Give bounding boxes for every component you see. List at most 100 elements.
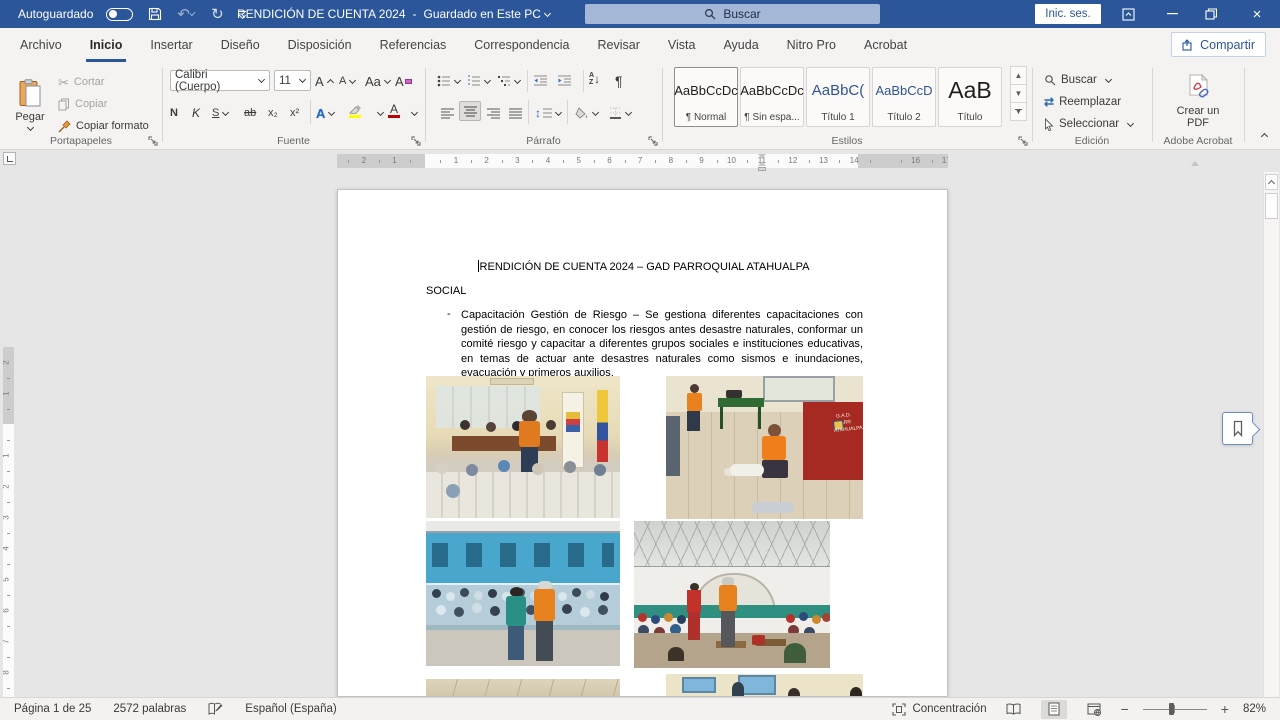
section-heading[interactable]: SOCIAL <box>426 285 466 297</box>
zoom-level[interactable]: 82% <box>1243 703 1266 715</box>
shading-button[interactable] <box>575 102 599 124</box>
font-color-dropdown-icon[interactable] <box>411 109 418 116</box>
borders-button[interactable] <box>609 102 632 124</box>
styles-gallery-more-icon[interactable]: ▼ <box>1010 102 1027 121</box>
subscript-button[interactable]: x₂ <box>268 102 278 124</box>
hanging-indent-marker[interactable] <box>758 161 766 166</box>
align-right-button[interactable] <box>483 102 503 124</box>
font-family-select[interactable]: Calibri (Cuerpo) <box>170 70 270 91</box>
chevron-down-icon[interactable] <box>544 9 551 16</box>
font-color-button[interactable]: A <box>388 100 400 122</box>
vertical-ruler[interactable]: 1212345678910111213 <box>3 347 14 697</box>
line-spacing-button[interactable]: ↕ <box>535 102 562 124</box>
undo-icon[interactable]: ↶ <box>177 5 195 23</box>
show-marks-button[interactable]: ¶ <box>615 70 623 92</box>
justify-button[interactable] <box>505 102 525 124</box>
document-heading[interactable]: RENDICIÓN DE CUENTA 2024 – GAD PARROQUIA… <box>338 260 948 273</box>
tab-ayuda[interactable]: Ayuda <box>721 28 760 62</box>
share-button[interactable]: Compartir <box>1171 32 1266 57</box>
select-button[interactable]: Seleccionar <box>1044 113 1134 135</box>
left-indent-marker[interactable] <box>758 167 766 171</box>
zoom-in-icon[interactable]: + <box>1221 701 1229 717</box>
underline-button[interactable]: S <box>212 102 229 124</box>
sign-in-button[interactable]: Inic. ses. <box>1035 4 1101 24</box>
autosave-toggle[interactable] <box>106 8 133 21</box>
multilevel-list-button[interactable] <box>497 70 521 92</box>
bookmark-callout[interactable] <box>1222 412 1253 445</box>
styles-scroll-down-icon[interactable]: ▼ <box>1010 84 1027 103</box>
print-layout-button[interactable] <box>1041 700 1067 719</box>
scroll-up-icon[interactable] <box>1265 174 1278 190</box>
style-no-spacing[interactable]: AaBbCcDc ¶ Sin espa... <box>740 67 804 127</box>
photo-school-yard[interactable] <box>426 521 620 666</box>
tab-referencias[interactable]: Referencias <box>378 28 449 62</box>
style-heading1[interactable]: AaBbC( Título 1 <box>806 67 870 127</box>
find-button[interactable]: Buscar <box>1044 69 1112 91</box>
tab-archivo[interactable]: Archivo <box>18 28 64 62</box>
clipboard-dialog-launcher-icon[interactable] <box>148 136 158 146</box>
scrollbar-thumb[interactable] <box>1265 193 1278 219</box>
clear-formatting-button[interactable]: A <box>395 70 412 92</box>
numbering-button[interactable] <box>467 70 491 92</box>
close-icon[interactable]: × <box>1242 0 1272 28</box>
text-effects-button[interactable]: A <box>316 102 335 124</box>
body-paragraph[interactable]: Capacitación Gestión de Riesgo – Se gest… <box>461 308 863 381</box>
focus-mode-button[interactable]: Concentración <box>892 703 986 716</box>
tab-insertar[interactable]: Insertar <box>148 28 194 62</box>
font-dialog-launcher-icon[interactable] <box>411 136 421 146</box>
superscript-button[interactable]: x² <box>290 102 299 124</box>
tab-inicio[interactable]: Inicio <box>88 28 125 62</box>
align-left-button[interactable] <box>437 102 457 124</box>
styles-scroll-up-icon[interactable]: ▲ <box>1010 66 1027 85</box>
align-center-button[interactable] <box>459 101 481 121</box>
redo-icon[interactable]: ↻ <box>208 5 226 23</box>
grow-font-button[interactable]: A <box>315 70 334 92</box>
font-size-select[interactable]: 11 <box>274 70 311 91</box>
highlight-button[interactable] <box>348 100 361 122</box>
tab-nitro-pro[interactable]: Nitro Pro <box>785 28 838 62</box>
tab-disposicion[interactable]: Disposición <box>286 28 354 62</box>
page-indicator[interactable]: Página 1 de 25 <box>14 703 91 715</box>
style-title[interactable]: AaB Título <box>938 67 1002 127</box>
replace-button[interactable]: ⇄ Reemplazar <box>1044 91 1121 113</box>
web-layout-button[interactable] <box>1081 700 1107 719</box>
word-count[interactable]: 2572 palabras <box>113 703 186 715</box>
tab-acrobat[interactable]: Acrobat <box>862 28 909 62</box>
strikethrough-button[interactable]: ab <box>244 102 256 124</box>
language-indicator[interactable]: Español (España) <box>245 703 336 715</box>
zoom-out-icon[interactable]: − <box>1121 701 1129 717</box>
styles-dialog-launcher-icon[interactable] <box>1018 136 1028 146</box>
page[interactable]: RENDICIÓN DE CUENTA 2024 – GAD PARROQUIA… <box>337 189 948 697</box>
photo-cpr-training[interactable]: G.A.D. PARR ATAHUALPA <box>666 376 863 519</box>
shrink-font-button[interactable]: A <box>339 70 356 92</box>
bullets-button[interactable] <box>437 70 461 92</box>
tab-vista[interactable]: Vista <box>666 28 698 62</box>
style-normal[interactable]: AaBbCcDc ¶ Normal <box>674 67 738 127</box>
bold-button[interactable]: N <box>170 102 178 124</box>
photo-meeting-room[interactable] <box>426 376 620 518</box>
tab-revisar[interactable]: Revisar <box>595 28 641 62</box>
horizontal-ruler[interactable]: 12312345678910111213141617 <box>337 154 948 168</box>
minimize-icon[interactable] <box>1157 0 1187 28</box>
paragraph-dialog-launcher-icon[interactable] <box>648 136 658 146</box>
paste-button[interactable]: Pegar <box>8 68 52 140</box>
collapse-ribbon-icon[interactable] <box>1261 133 1268 140</box>
tab-selector[interactable] <box>3 152 16 165</box>
decrease-indent-button[interactable] <box>533 70 548 92</box>
read-mode-button[interactable] <box>1001 700 1027 719</box>
change-case-button[interactable]: Aa <box>365 70 391 92</box>
first-line-indent-marker[interactable] <box>758 154 766 159</box>
tab-correspondencia[interactable]: Correspondencia <box>472 28 571 62</box>
tab-diseno[interactable]: Diseño <box>219 28 262 62</box>
proofing-icon[interactable] <box>208 702 223 716</box>
photo-partial-classroom[interactable] <box>666 674 863 697</box>
search-input[interactable]: Buscar <box>585 4 880 24</box>
italic-button[interactable]: K <box>192 102 200 124</box>
ribbon-display-options-icon[interactable] <box>1113 0 1143 28</box>
zoom-slider[interactable] <box>1143 702 1207 716</box>
vertical-scrollbar[interactable] <box>1263 172 1279 697</box>
restore-icon[interactable] <box>1196 0 1226 28</box>
right-indent-marker[interactable] <box>1191 161 1199 166</box>
save-icon[interactable] <box>146 5 164 23</box>
photo-partial-ceiling[interactable] <box>426 679 620 697</box>
